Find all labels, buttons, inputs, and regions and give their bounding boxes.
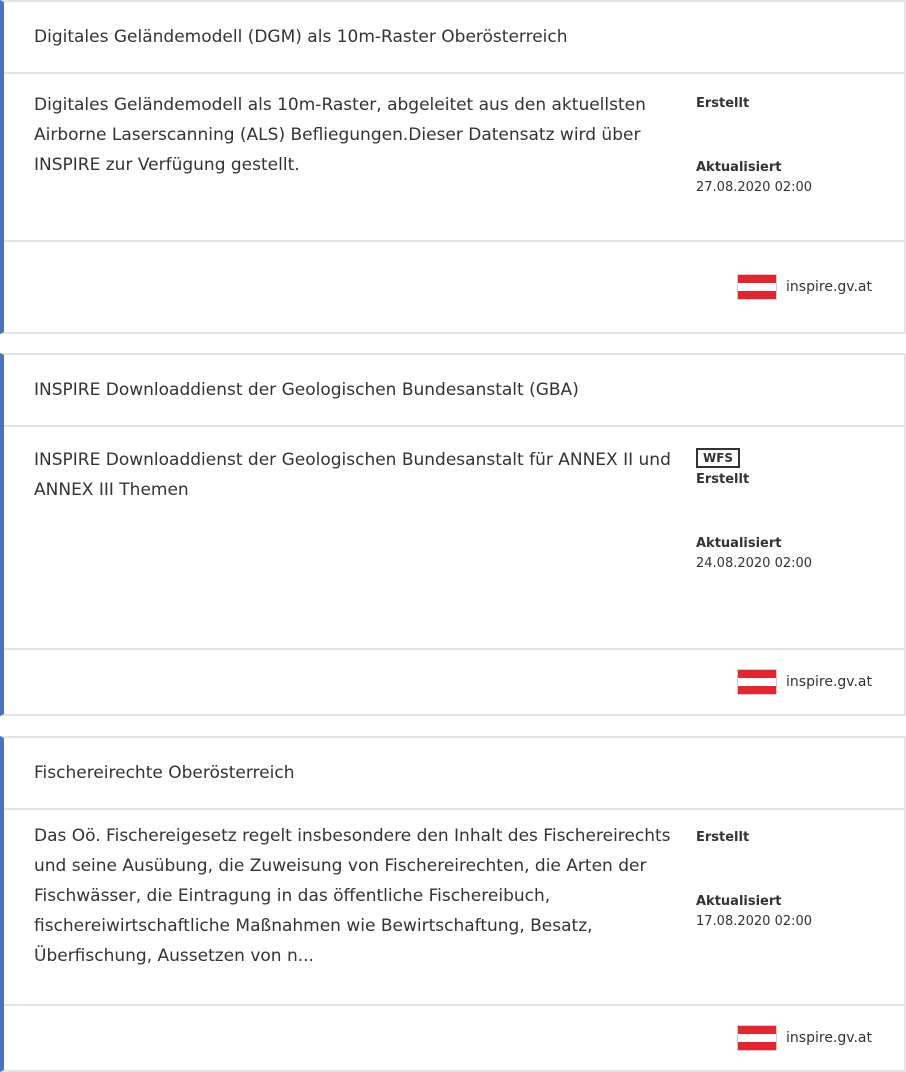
created-value [696,490,812,510]
source-link[interactable]: inspire.gv.at [786,279,872,295]
card-footer: inspire.gv.at [4,648,904,714]
card-meta: Erstellt Aktualisiert 17.08.2020 02:00 [696,828,812,932]
card-header: Digitales Geländemodell (DGM) als 10m-Ra… [4,2,904,74]
updated-label: Aktualisiert [696,894,782,909]
created-value [696,848,812,868]
card-header: Fischereirechte Oberösterreich [4,738,904,810]
updated-label: Aktualisiert [696,160,782,175]
updated-value: 27.08.2020 02:00 [696,180,813,195]
card-meta: Erstellt Aktualisiert 27.08.2020 02:00 [696,94,812,198]
card-footer: inspire.gv.at [4,240,904,332]
card-header: INSPIRE Downloaddienst der Geologischen … [4,355,904,427]
austria-flag-icon [738,1026,777,1050]
card-description: Das Oö. Fischereigesetz regelt insbesond… [34,826,671,966]
source-link[interactable]: inspire.gv.at [786,1030,872,1046]
card-title-link[interactable]: Digitales Geländemodell (DGM) als 10m-Ra… [34,27,568,47]
created-label: Erstellt [696,96,750,111]
service-type-badge: WFS [696,448,741,468]
dataset-card: Fischereirechte Oberösterreich Das Oö. F… [0,736,906,1072]
created-label: Erstellt [696,472,750,487]
card-meta: WFS Erstellt Aktualisiert 24.08.2020 02:… [696,447,812,574]
card-title-link[interactable]: Fischereirechte Oberösterreich [34,763,294,783]
card-description: Digitales Geländemodell als 10m-Raster, … [34,95,646,175]
updated-label: Aktualisiert [696,536,782,551]
updated-value: 24.08.2020 02:00 [696,556,813,571]
source-link[interactable]: inspire.gv.at [786,674,872,690]
austria-flag-icon [738,275,777,299]
created-label: Erstellt [696,830,750,845]
card-footer: inspire.gv.at [4,1004,904,1070]
dataset-card: Digitales Geländemodell (DGM) als 10m-Ra… [0,0,906,334]
austria-flag-icon [738,670,777,694]
dataset-card: INSPIRE Downloaddienst der Geologischen … [0,353,906,716]
card-title-link[interactable]: INSPIRE Downloaddienst der Geologischen … [34,380,579,400]
card-description: INSPIRE Downloaddienst der Geologischen … [34,450,671,500]
updated-value: 17.08.2020 02:00 [696,914,813,929]
created-value [696,114,812,134]
